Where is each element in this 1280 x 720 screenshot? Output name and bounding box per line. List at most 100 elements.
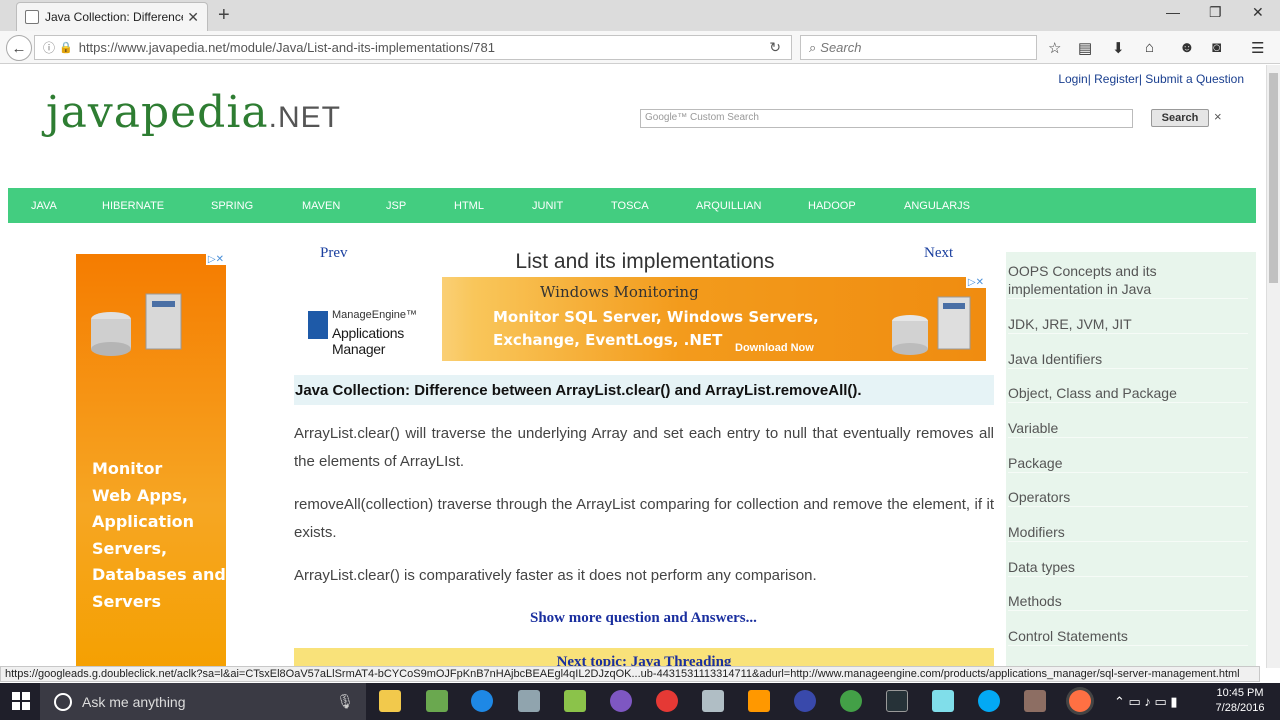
windows-taskbar: Ask me anything 🎙 ⌃ ▭ ♪ ▭ ▮ 10:45 PM 7/2… xyxy=(0,683,1280,720)
close-window-icon[interactable]: ✕ xyxy=(1252,4,1264,21)
address-bar[interactable]: ⓘ 🔒 https://www.javapedia.net/module/Jav… xyxy=(34,35,792,60)
next-link[interactable]: Next xyxy=(924,245,953,262)
chrome-icon[interactable] xyxy=(840,690,862,712)
close-tab-icon[interactable]: ✕ xyxy=(187,9,199,26)
sidebar-item-identifiers[interactable]: Java Identifiers xyxy=(1008,350,1248,369)
menu-item-arquillian[interactable]: ARQUILLIAN xyxy=(696,200,761,212)
banner-heading: Windows Monitoring xyxy=(540,283,699,301)
show-more-link[interactable]: Show more question and Answers... xyxy=(530,610,757,627)
sidebar-item-variable[interactable]: Variable xyxy=(1008,419,1248,438)
tab-strip: Java Collection: Difference... ✕ + — ❐ ✕ xyxy=(0,0,1280,31)
answer-paragraph: ArrayList.clear() is comparatively faste… xyxy=(294,567,817,584)
download-icon[interactable]: ⬇ xyxy=(1112,39,1125,57)
next-topic-link[interactable]: Next topic: Java Threading xyxy=(294,648,994,668)
settings-app-icon[interactable] xyxy=(794,690,816,712)
menu-item-hibernate[interactable]: HIBERNATE xyxy=(102,200,164,212)
navigation-toolbar: ← ⓘ 🔒 https://www.javapedia.net/module/J… xyxy=(0,31,1280,64)
menu-item-junit[interactable]: JUNIT xyxy=(532,200,563,212)
sidebar-item-package[interactable]: Package xyxy=(1008,454,1248,473)
lock-icon: 🔒 xyxy=(59,42,73,54)
topic-sidebar: OOPS Concepts and its implementation in … xyxy=(1006,252,1256,668)
manageengine-logo-icon xyxy=(308,311,328,339)
banner-download-button[interactable]: Download Now xyxy=(735,342,814,354)
scrollbar-thumb[interactable] xyxy=(1269,73,1278,283)
menu-item-jsp[interactable]: JSP xyxy=(386,200,406,212)
menu-item-html[interactable]: HTML xyxy=(454,200,484,212)
clock-date: 7/28/2016 xyxy=(1215,702,1265,714)
notepad-plus-icon[interactable] xyxy=(564,690,586,712)
archive-app-icon[interactable] xyxy=(1024,690,1046,712)
store-icon[interactable] xyxy=(426,690,448,712)
tab-title: Java Collection: Difference... xyxy=(45,10,184,24)
google-search-input[interactable]: Google™ Custom Search xyxy=(640,109,1133,128)
sidebar-item-jdk[interactable]: JDK, JRE, JVM, JIT xyxy=(1008,315,1248,334)
info-icon[interactable]: ⓘ xyxy=(43,39,55,56)
menu-item-tosca[interactable]: TOSCA xyxy=(611,200,649,212)
new-tab-button[interactable]: + xyxy=(218,4,230,26)
banner-line-2: Exchange, EventLogs, .NET xyxy=(493,331,723,349)
page-title: List and its implementations xyxy=(515,250,775,273)
menu-item-maven[interactable]: MAVEN xyxy=(302,200,340,212)
sidebar-item-operators[interactable]: Operators xyxy=(1008,488,1248,507)
restore-icon[interactable]: ❐ xyxy=(1209,4,1222,21)
sidebar-item-oops[interactable]: OOPS Concepts and its implementation in … xyxy=(1008,262,1248,299)
opera-icon[interactable] xyxy=(656,690,678,712)
manageengine-logo-panel: ManageEngine™ Applications Manager xyxy=(304,277,442,361)
ad-choices-icon[interactable]: ▷✕ xyxy=(965,277,986,288)
account-links[interactable]: Login| Register| Submit a Question xyxy=(1058,72,1244,86)
sidebar-item-object-class[interactable]: Object, Class and Package xyxy=(1008,384,1248,403)
eclipse-icon[interactable] xyxy=(610,690,632,712)
clock-time: 10:45 PM xyxy=(1216,687,1264,699)
reading-list-icon[interactable]: ▤ xyxy=(1078,39,1092,57)
menu-icon[interactable]: ☰ xyxy=(1251,39,1264,57)
page-scrollbar[interactable] xyxy=(1266,65,1280,668)
menu-item-java[interactable]: JAVA xyxy=(31,200,57,212)
banner-product: Applications Manager xyxy=(332,325,404,357)
microphone-icon[interactable]: 🎙 xyxy=(336,693,354,710)
prev-link[interactable]: Prev xyxy=(320,245,348,262)
left-advertisement[interactable]: ▷✕ Monitor Web Apps, Application Servers… xyxy=(76,254,226,668)
notes-app-icon[interactable] xyxy=(932,690,954,712)
server-illustration-icon xyxy=(91,293,182,356)
cortana-search-box[interactable]: Ask me anything 🎙 xyxy=(40,683,366,720)
back-button[interactable]: ← xyxy=(6,35,32,61)
banner-brand: ManageEngine™ xyxy=(332,309,418,321)
windows-start-icon[interactable] xyxy=(12,692,30,710)
sidebar-item-data-types[interactable]: Data types xyxy=(1008,558,1248,577)
file-explorer-icon[interactable] xyxy=(379,690,401,712)
sidebar-item-control-statements[interactable]: Control Statements xyxy=(1008,627,1248,646)
menu-item-angularjs[interactable]: ANGULARJS xyxy=(904,200,970,212)
chat-icon[interactable]: ☻ xyxy=(1179,39,1195,56)
tools-app-icon[interactable] xyxy=(702,690,724,712)
edge-browser-icon[interactable] xyxy=(471,690,493,712)
browser-search-field[interactable]: ⌕ Search xyxy=(800,35,1037,60)
clear-search-icon[interactable]: × xyxy=(1214,109,1222,124)
taskbar-clock[interactable]: 10:45 PM 7/28/2016 xyxy=(1214,686,1266,716)
answer-paragraph: removeAll(collection) traverse through t… xyxy=(294,496,994,541)
home-icon[interactable]: ⌂ xyxy=(1145,39,1154,56)
network-app-icon[interactable] xyxy=(518,690,540,712)
firefox-icon[interactable] xyxy=(1069,690,1091,712)
logo-text: javapedia xyxy=(46,87,269,138)
system-tray[interactable]: ⌃ ▭ ♪ ▭ ▮ xyxy=(1114,694,1178,710)
banner-advertisement[interactable]: ManageEngine™ Applications Manager Windo… xyxy=(304,277,986,361)
cortana-placeholder: Ask me anything xyxy=(82,693,186,710)
page-favicon-icon xyxy=(25,10,39,24)
browser-tab[interactable]: Java Collection: Difference... ✕ xyxy=(16,2,208,31)
menu-item-hadoop[interactable]: HADOOP xyxy=(808,200,856,212)
skype-icon[interactable] xyxy=(978,690,1000,712)
cortana-icon xyxy=(54,692,72,711)
url-text[interactable]: https://www.javapedia.net/module/Java/Li… xyxy=(79,40,495,55)
sidebar-item-modifiers[interactable]: Modifiers xyxy=(1008,523,1248,542)
terminal-icon[interactable] xyxy=(886,690,908,712)
site-logo[interactable]: javapedia.NET xyxy=(46,87,341,138)
minimize-icon[interactable]: — xyxy=(1166,4,1180,20)
sidebar-item-methods[interactable]: Methods xyxy=(1008,592,1248,611)
site-search-button[interactable]: Search xyxy=(1151,109,1209,127)
menu-item-spring[interactable]: SPRING xyxy=(211,200,253,212)
ad-choices-icon[interactable]: ▷✕ xyxy=(205,254,226,265)
vlc-icon[interactable] xyxy=(748,690,770,712)
bookmark-star-icon[interactable]: ☆ xyxy=(1048,39,1061,57)
pocket-icon[interactable]: ◙ xyxy=(1212,39,1221,56)
reload-icon[interactable]: ↻ xyxy=(769,39,781,56)
